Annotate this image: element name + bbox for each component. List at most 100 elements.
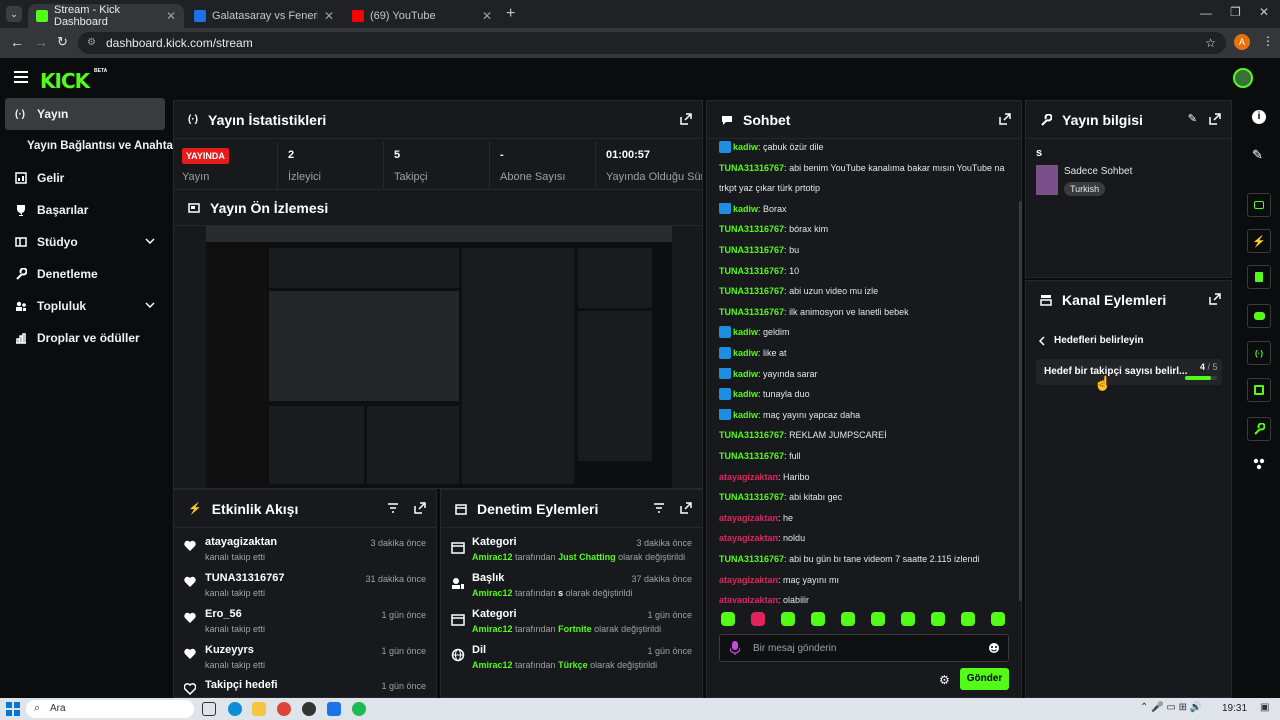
- rail-button-wrench[interactable]: [1247, 417, 1271, 441]
- sidebar-item-drops[interactable]: Droplar ve ödüller: [5, 322, 165, 354]
- app-icon[interactable]: [327, 702, 341, 716]
- rail-button-channel-actions[interactable]: [1247, 378, 1271, 402]
- sidebar-item-achievements[interactable]: Başarılar: [5, 194, 165, 226]
- sidebar-item-moderation[interactable]: Denetleme: [5, 258, 165, 290]
- chat-message[interactable]: kadiw: Borax: [719, 202, 1014, 216]
- chat-username[interactable]: TUNA31316767: [719, 554, 784, 564]
- activity-user[interactable]: Ero_56: [205, 608, 242, 620]
- chat-message[interactable]: TUNA31316767: full: [719, 450, 1014, 462]
- chat-username[interactable]: TUNA31316767: [719, 266, 784, 276]
- activity-user[interactable]: Kuzeyyrs: [205, 644, 254, 656]
- pencil-icon[interactable]: ✎: [1252, 147, 1263, 163]
- chat-message[interactable]: kadiw: yayında sarar: [719, 367, 1014, 381]
- url-input[interactable]: ⚙ dashboard.kick.com/stream ☆: [78, 32, 1226, 54]
- emote-icon[interactable]: [901, 612, 915, 626]
- system-tray-icons[interactable]: ⌃ 🎤 ▭ ⊞ 🔊: [1140, 702, 1202, 713]
- moderation-actor[interactable]: Amirac12: [472, 660, 513, 670]
- chat-message[interactable]: TUNA31316767: 10: [719, 265, 1014, 277]
- emoji-icon[interactable]: [988, 642, 1000, 654]
- moderation-actor[interactable]: Amirac12: [472, 588, 513, 598]
- chat-input[interactable]: Bir mesaj gönderin: [719, 634, 1009, 662]
- hamburger-menu-icon[interactable]: [14, 71, 28, 83]
- popout-icon[interactable]: [1209, 293, 1221, 305]
- browser-tab-match[interactable]: Galatasaray vs Fenerbahçe, 26.0 ✕: [186, 4, 342, 28]
- chat-message[interactable]: kadiw: geldim: [719, 326, 1014, 339]
- chat-message[interactable]: TUNA31316767: bórax kim: [719, 223, 1014, 235]
- popout-icon[interactable]: [1209, 113, 1221, 125]
- file-explorer-icon[interactable]: [252, 702, 266, 716]
- obs-icon[interactable]: [302, 702, 316, 716]
- spotify-icon[interactable]: [352, 702, 366, 716]
- popout-icon[interactable]: [680, 502, 692, 514]
- filter-icon[interactable]: [388, 503, 398, 513]
- close-icon[interactable]: ✕: [324, 9, 334, 23]
- rail-button-broadcast[interactable]: (·): [1247, 341, 1271, 365]
- browser-menu-icon[interactable]: ⋮: [1262, 34, 1274, 48]
- chat-message[interactable]: TUNA31316767: abi kitabı gec: [719, 491, 1014, 503]
- chat-message[interactable]: kadiw: çabuk özür dile: [719, 141, 1014, 154]
- chat-message[interactable]: trkpt yaz çıkar türk prtotip: [719, 182, 1014, 194]
- clock[interactable]: 19:31: [1222, 703, 1247, 714]
- chat-username[interactable]: TUNA31316767: [719, 492, 784, 502]
- chat-scrollbar[interactable]: [1019, 201, 1022, 601]
- community-icon[interactable]: [1252, 458, 1266, 470]
- browser-tab-youtube[interactable]: (69) YouTube ✕: [344, 4, 500, 28]
- chat-username[interactable]: kadiw: [733, 410, 758, 420]
- follower-goal-item[interactable]: Hedef bir takipçi sayısı belirl... 4 / 5: [1036, 359, 1222, 385]
- chat-username[interactable]: TUNA31316767: [719, 224, 784, 234]
- back-arrow-icon[interactable]: ←: [10, 34, 24, 50]
- bookmark-star-icon[interactable]: ☆: [1205, 32, 1216, 54]
- activity-user[interactable]: atayagizaktan: [205, 536, 277, 548]
- chat-username[interactable]: kadiw: [733, 327, 758, 337]
- emote-icon[interactable]: [811, 612, 825, 626]
- chat-message[interactable]: atayagizaktan: he: [719, 512, 1014, 524]
- chat-username[interactable]: atayagizaktan: [719, 472, 778, 482]
- emote-icon[interactable]: [751, 612, 765, 626]
- browser-tab-kick[interactable]: Stream - Kick Dashboard ✕: [28, 4, 184, 28]
- chat-username[interactable]: TUNA31316767: [719, 451, 784, 461]
- chat-username[interactable]: TUNA31316767: [719, 245, 784, 255]
- close-window-button[interactable]: ✕: [1259, 5, 1269, 19]
- rail-button-chat[interactable]: [1247, 304, 1271, 328]
- emote-icon[interactable]: [991, 612, 1005, 626]
- activity-user[interactable]: TUNA31316767: [205, 572, 285, 584]
- chat-message[interactable]: TUNA31316767: REKLAM JUMPSCAREİ: [719, 429, 1014, 441]
- chat-username[interactable]: TUNA31316767: [719, 307, 784, 317]
- chat-username[interactable]: atayagizaktan: [719, 513, 778, 523]
- back-to-goals-button[interactable]: Hedefleri belirleyin: [1038, 335, 1143, 346]
- chat-username[interactable]: kadiw: [733, 142, 758, 152]
- popout-icon[interactable]: [999, 113, 1011, 125]
- chat-message-list[interactable]: kadiw: çabuk özür dile TUNA31316767: abi …: [707, 139, 1017, 603]
- restore-button[interactable]: ❐: [1230, 5, 1241, 19]
- send-button[interactable]: Gönder: [960, 668, 1009, 690]
- chat-settings-gear-icon[interactable]: ⚙: [939, 673, 950, 687]
- chat-message[interactable]: TUNA31316767: abi benim YouTube kanalıma…: [719, 162, 1014, 174]
- chat-username[interactable]: kadiw: [733, 369, 758, 379]
- sidebar-item-community[interactable]: Topluluk: [5, 290, 165, 322]
- task-view-icon[interactable]: [202, 702, 216, 716]
- stream-preview-video[interactable]: [206, 226, 672, 488]
- emote-icon[interactable]: [931, 612, 945, 626]
- forward-arrow-icon[interactable]: →: [34, 34, 48, 50]
- microphone-icon[interactable]: [730, 641, 740, 655]
- emote-icon[interactable]: [721, 612, 735, 626]
- close-icon[interactable]: ✕: [482, 9, 492, 23]
- chat-message[interactable]: kadiw: like at: [719, 347, 1014, 360]
- sidebar-item-stream-key[interactable]: Yayın Bağlantısı ve Anahtarı: [5, 130, 181, 162]
- sidebar-item-stream[interactable]: (·) Yayın: [5, 98, 165, 130]
- rail-button-lightning[interactable]: ⚡: [1247, 229, 1271, 253]
- chat-message[interactable]: TUNA31316767: bu: [719, 244, 1014, 256]
- taskbar-search-input[interactable]: ⌕ Ara: [26, 700, 194, 718]
- chat-message[interactable]: kadiw: maç yayını yapcaz daha: [719, 408, 1014, 422]
- chevron-down-icon[interactable]: [145, 236, 155, 246]
- info-icon[interactable]: i: [1252, 110, 1266, 124]
- notification-icon[interactable]: ▣: [1260, 702, 1269, 713]
- chat-message[interactable]: atayagizaktan: noldu: [719, 532, 1014, 544]
- kick-logo[interactable]: KICK: [40, 69, 90, 93]
- chevron-down-icon[interactable]: [145, 300, 155, 310]
- close-icon[interactable]: ✕: [166, 9, 176, 23]
- moderation-actor[interactable]: Amirac12: [472, 624, 513, 634]
- new-tab-button[interactable]: +: [506, 5, 515, 23]
- emote-icon[interactable]: [871, 612, 885, 626]
- edit-pencil-icon[interactable]: ✎: [1188, 112, 1197, 125]
